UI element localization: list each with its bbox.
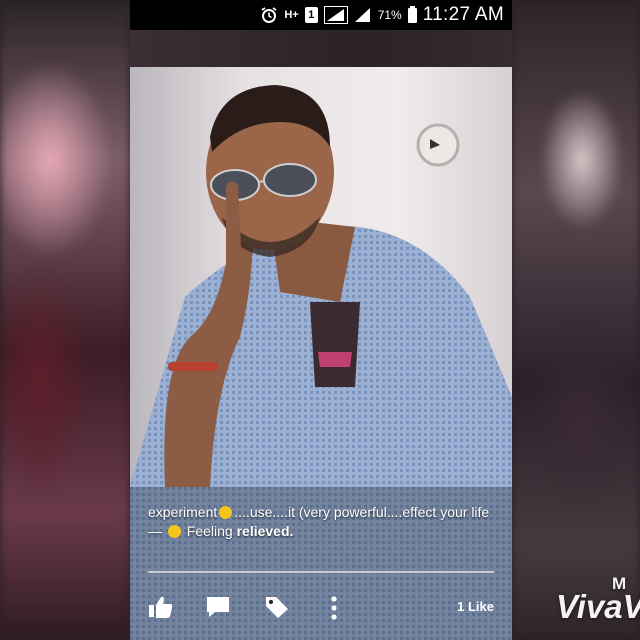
caption-text: experiment (148, 504, 218, 520)
post-photo[interactable] (130, 67, 512, 640)
thumbs-up-icon[interactable] (148, 595, 174, 624)
sim-icon: 1 (304, 7, 318, 23)
backdrop-left (0, 0, 130, 640)
feeling-value: relieved. (236, 523, 294, 539)
status-bar: H+ 1 71% 11:27 AM (130, 0, 512, 30)
action-divider (148, 571, 494, 573)
signal-icon (323, 6, 348, 24)
battery-percent: 71% (377, 8, 402, 22)
post-caption: experiment ....use....it (very powerful..… (148, 503, 498, 541)
backdrop-right (512, 0, 640, 640)
photo-post: experiment ....use....it (very powerful..… (130, 67, 512, 640)
alarm-icon (260, 6, 278, 24)
watermark-logo: VivaV (556, 588, 640, 625)
feeling-label: Feeling (186, 523, 233, 539)
network-type-label: H+ (284, 9, 299, 21)
battery-icon (407, 5, 417, 23)
more-vertical-icon[interactable] (330, 595, 338, 626)
signal-icon (354, 7, 372, 23)
relieved-emoji-icon (167, 525, 181, 538)
post-action-bar: 1 Like (130, 585, 512, 627)
comment-icon[interactable] (205, 595, 231, 624)
like-count[interactable]: 1 Like (457, 599, 494, 614)
person-illustration (130, 85, 512, 640)
tag-icon[interactable] (264, 595, 290, 624)
smiley-emoji-icon (219, 506, 233, 519)
clock-time: 11:27 AM (422, 4, 504, 25)
